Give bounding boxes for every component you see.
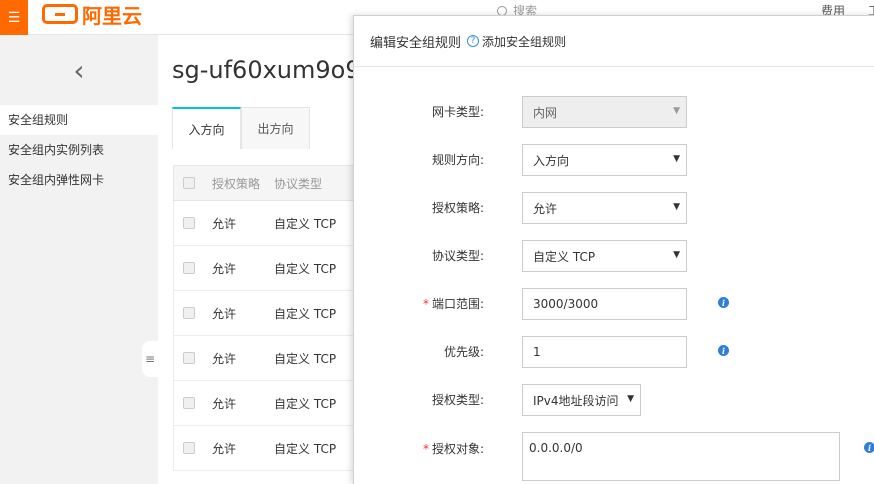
sidebar-item-instances[interactable]: 安全组内实例列表 [0, 135, 158, 165]
row-checkbox[interactable] [183, 307, 195, 319]
port-range-label: * 端口范围: [354, 295, 484, 312]
tab-outbound[interactable]: 出方向 [241, 107, 310, 149]
protocol-cell: 自定义 TCP [274, 351, 337, 366]
sidebar-collapse-icon[interactable]: ≡ [142, 341, 158, 377]
priority-info-icon[interactable]: i [718, 345, 729, 356]
row-checkbox[interactable] [183, 352, 195, 364]
nic-type-value: 内网 [533, 105, 558, 120]
policy-cell: 允许 [212, 351, 237, 366]
auth-object-label-text: 授权对象: [431, 442, 484, 456]
auth-object-textarea[interactable]: 0.0.0.0/0 [522, 432, 840, 481]
table-row: 允许 自定义 TCP [173, 291, 355, 336]
sidebar-item-security-rules[interactable]: 安全组规则 [0, 105, 158, 135]
menu-icon[interactable]: ☰ [0, 0, 28, 35]
dialog-title: 编辑安全组规则 [370, 35, 462, 51]
table-row: 允许 自定义 TCP [173, 426, 355, 471]
dialog-header: 编辑安全组规则 ? 添加安全组规则 [354, 16, 874, 67]
policy-value: 允许 [533, 201, 558, 216]
auth-type-value: IPv4地址段访问 [533, 393, 619, 408]
direction-label: 规则方向: [431, 153, 484, 167]
table-header: 授权策略 协议类型 [173, 165, 355, 201]
protocol-value: 自定义 TCP [533, 249, 596, 264]
protocol-cell: 自定义 TCP [274, 396, 337, 411]
protocol-cell: 自定义 TCP [274, 441, 337, 456]
dropdown-arrow-icon: ▼ [627, 394, 634, 404]
policy-cell: 允许 [212, 216, 237, 231]
protocol-cell: 自定义 TCP [274, 306, 337, 321]
row-checkbox[interactable] [183, 442, 195, 454]
priority-label: 优先级: [443, 345, 484, 359]
sidebar-item-enis[interactable]: 安全组内弹性网卡 [0, 165, 158, 195]
nic-type-label: 网卡类型: [431, 105, 484, 119]
aliyun-logo[interactable]: 阿里云 [42, 2, 142, 28]
auth-type-label: 授权类型: [431, 393, 484, 407]
table-row: 允许 自定义 TCP [173, 201, 355, 246]
direction-value: 入方向 [533, 153, 570, 168]
auth-object-info-icon[interactable]: i [864, 442, 874, 453]
auth-type-select[interactable]: IPv4地址段访问 ▼ [522, 384, 641, 416]
priority-input[interactable]: 1 [522, 336, 687, 368]
dropdown-arrow-icon: ▼ [673, 106, 680, 116]
row-checkbox[interactable] [183, 397, 195, 409]
policy-cell: 允许 [212, 396, 237, 411]
required-marker: * [422, 297, 429, 311]
protocol-select[interactable]: 自定义 TCP ▼ [522, 240, 687, 272]
port-range-value: 3000/3000 [533, 297, 599, 311]
protocol-label: 协议类型: [431, 249, 484, 263]
policy-label: 授权策略: [431, 201, 484, 215]
rules-table: 授权策略 协议类型 允许 自定义 TCP 允许 自定义 TCP 允许 自定义 TCP … [173, 165, 355, 471]
priority-value: 1 [533, 345, 541, 359]
column-header-policy: 授权策略 [212, 176, 261, 191]
direction-tabs: 入方向 出方向 [172, 107, 310, 149]
protocol-cell: 自定义 TCP [274, 216, 337, 231]
nic-type-select: 内网 ▼ [522, 96, 687, 128]
policy-cell: 允许 [212, 306, 237, 321]
sidebar: ‹ 安全组规则 安全组内实例列表 安全组内弹性网卡 ≡ [0, 35, 158, 484]
logo-text: 阿里云 [82, 3, 142, 28]
auth-object-label: * 授权对象: [354, 440, 484, 457]
aliyun-logo-mark [42, 4, 78, 24]
table-row: 允许 自定义 TCP [173, 381, 355, 426]
dropdown-arrow-icon: ▼ [673, 250, 680, 260]
table-row: 允许 自定义 TCP [173, 336, 355, 381]
help-icon: ? [467, 35, 480, 47]
auth-object-value: 0.0.0.0/0 [529, 441, 583, 455]
dropdown-arrow-icon: ▼ [673, 154, 680, 164]
required-marker: * [422, 442, 429, 456]
tab-inbound[interactable]: 入方向 [172, 107, 241, 149]
port-range-info-icon[interactable]: i [718, 297, 729, 308]
port-range-label-text: 端口范围: [431, 297, 484, 311]
page-title: sg-uf60xum9o91 [172, 56, 354, 84]
policy-select[interactable]: 允许 ▼ [522, 192, 687, 224]
chevron-left-icon[interactable]: ‹ [0, 35, 158, 105]
table-row: 允许 自定义 TCP [173, 246, 355, 291]
edit-rule-dialog: 编辑安全组规则 ? 添加安全组规则 网卡类型: 内网 ▼ 规则方向: 入方向 ▼ 授… [353, 15, 874, 484]
port-range-input[interactable]: 3000/3000 [522, 288, 687, 320]
select-all-checkbox[interactable] [183, 177, 195, 189]
policy-cell: 允许 [212, 261, 237, 276]
row-checkbox[interactable] [183, 217, 195, 229]
row-checkbox[interactable] [183, 262, 195, 274]
dropdown-arrow-icon: ▼ [673, 202, 680, 212]
policy-cell: 允许 [212, 441, 237, 456]
column-header-protocol: 协议类型 [274, 176, 323, 191]
add-rule-help-link[interactable]: 添加安全组规则 [482, 33, 566, 50]
direction-select[interactable]: 入方向 ▼ [522, 144, 687, 176]
protocol-cell: 自定义 TCP [274, 261, 337, 276]
